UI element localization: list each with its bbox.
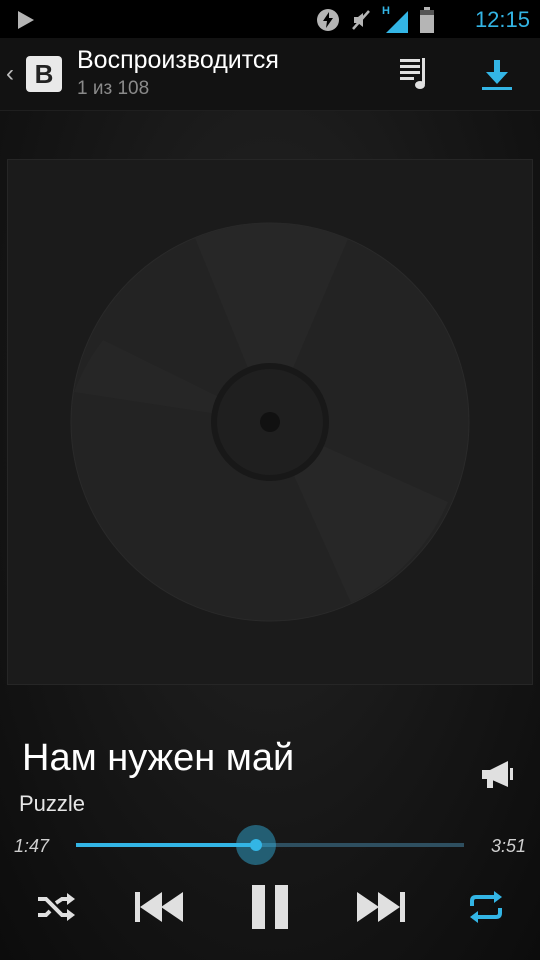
seek-progress [76, 843, 256, 847]
share-button[interactable] [478, 757, 516, 795]
mute-icon [352, 10, 370, 30]
elapsed-time: 1:47 [14, 836, 50, 856]
bolt-icon [317, 9, 339, 31]
seek-bar[interactable] [76, 824, 464, 865]
download-icon [482, 60, 512, 90]
album-art [7, 159, 533, 685]
status-icons: H [316, 5, 434, 34]
track-title: Нам нужен май [22, 737, 295, 779]
battery-icon [420, 7, 434, 33]
disc-placeholder-icon [70, 222, 470, 622]
back-chevron-icon[interactable]: ‹ [6, 60, 14, 88]
skip-previous-icon [135, 892, 183, 922]
app-logo[interactable]: B [26, 56, 62, 92]
track-artist: Puzzle [19, 791, 86, 816]
status-clock: 12:15 [474, 7, 530, 32]
playlist-icon [400, 58, 425, 89]
playlist-button[interactable] [392, 54, 436, 94]
repeat-button[interactable] [458, 875, 514, 939]
repeat-icon [470, 891, 502, 923]
skip-next-icon [357, 892, 405, 922]
seek-thumb[interactable] [249, 839, 262, 851]
total-duration: 3:51 [490, 836, 526, 856]
action-bar: ‹ B Воспроизводится 1 из 108 [0, 38, 540, 111]
play-indicator-icon [18, 11, 34, 29]
network-indicator: H [382, 5, 410, 33]
shuffle-button[interactable] [28, 875, 84, 939]
previous-button[interactable] [128, 875, 190, 939]
now-playing-panel: Нам нужен май Puzzle 1:47 3:51 [0, 111, 540, 960]
status-bar: H 12:15 [0, 0, 540, 38]
megaphone-icon [482, 761, 513, 788]
shuffle-icon [38, 893, 75, 921]
page-title: Воспроизводится [77, 46, 279, 74]
pause-button[interactable] [240, 875, 300, 939]
download-button[interactable] [474, 54, 520, 98]
track-position: 1 из 108 [77, 78, 150, 99]
signal-icon [386, 11, 408, 33]
next-button[interactable] [350, 875, 412, 939]
pause-icon [252, 885, 288, 929]
playback-controls [0, 875, 540, 939]
